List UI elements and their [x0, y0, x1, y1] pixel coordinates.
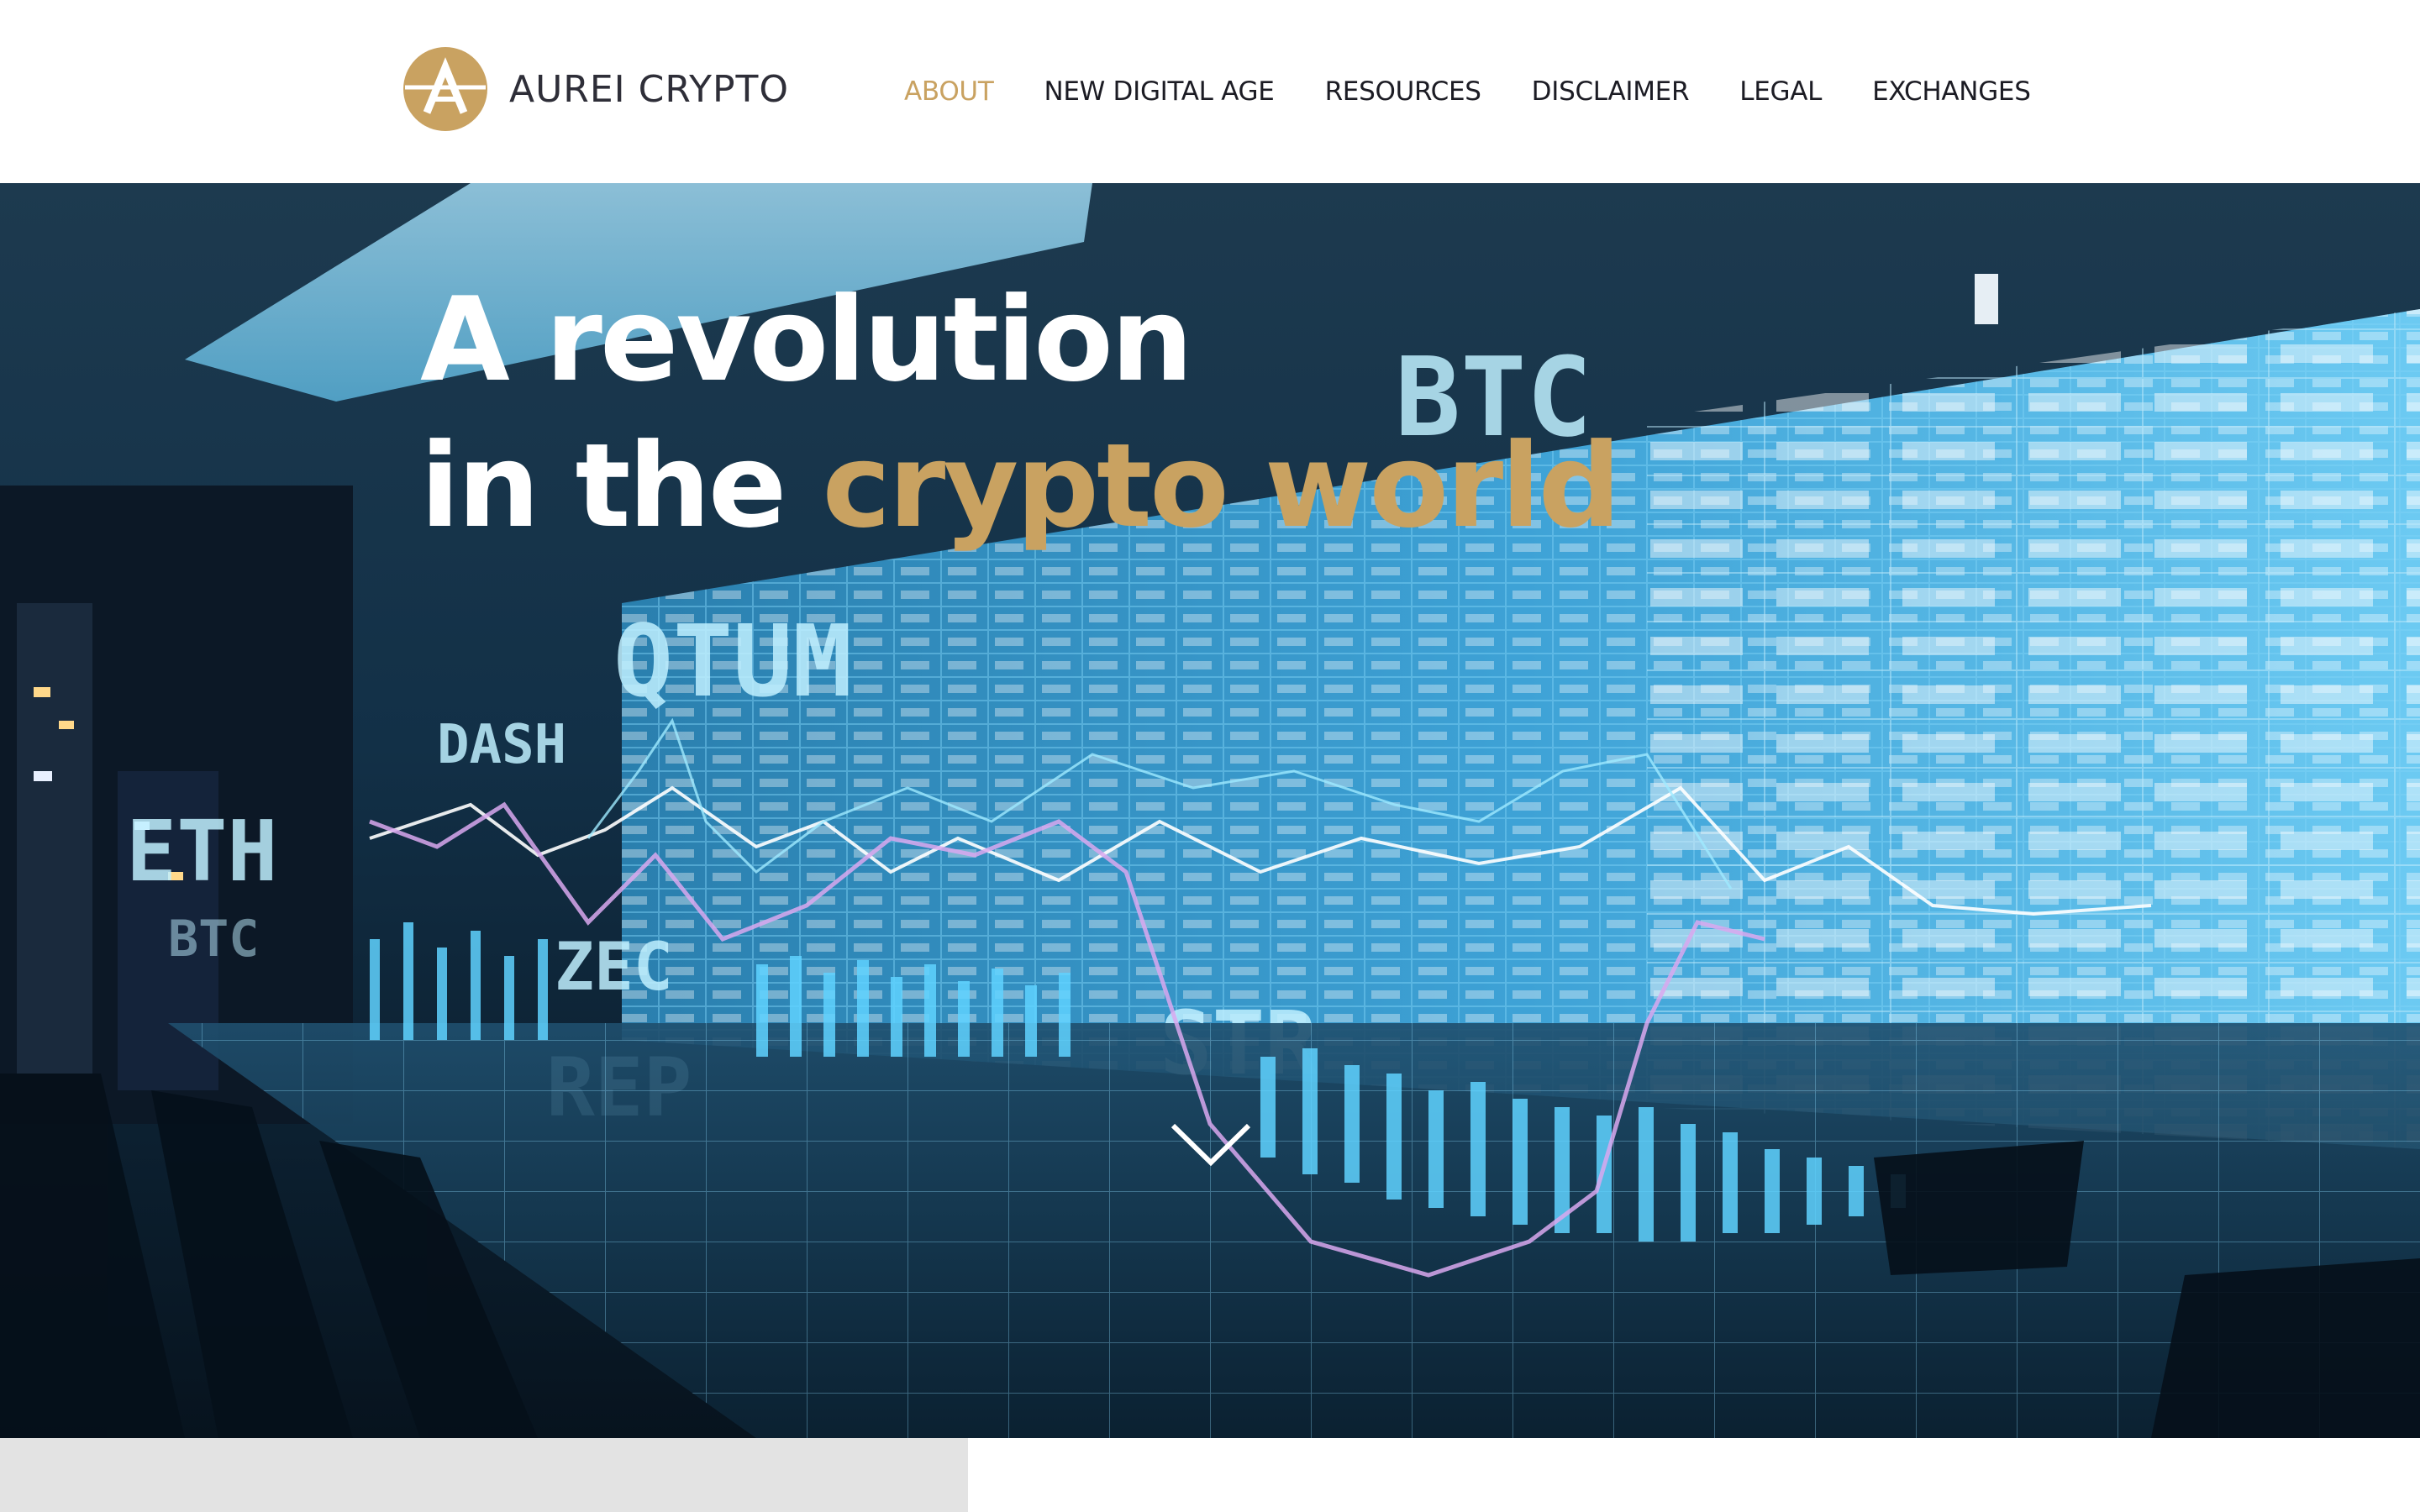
site-header: AUREI CRYPTO ABOUT NEW DIGITAL AGE RESOU…	[0, 0, 2420, 183]
headline-line-2-accent: crypto world	[822, 418, 1621, 554]
headline-line-2-prefix: in the	[420, 418, 786, 554]
nav-item-about[interactable]: ABOUT	[904, 72, 994, 111]
svg-text:DASH: DASH	[437, 714, 566, 776]
nav-item-new-digital-age[interactable]: NEW DIGITAL AGE	[1044, 72, 1274, 111]
nav-item-exchanges[interactable]: EXCHANGES	[1872, 72, 2031, 111]
hero-banner: BTC QTUM DASH ETH BTC ZEC REP STR	[0, 183, 2420, 1438]
svg-text:ZEC: ZEC	[555, 930, 673, 1005]
next-section-left-panel	[0, 1438, 968, 1512]
brand-name: AUREI CRYPTO	[509, 67, 790, 111]
svg-text:BTC: BTC	[168, 910, 259, 969]
next-section-right-panel	[968, 1438, 2420, 1512]
main-nav: ABOUT NEW DIGITAL AGE RESOURCES DISCLAIM…	[904, 72, 2031, 111]
nav-item-disclaimer[interactable]: DISCLAIMER	[1532, 72, 1690, 111]
nav-item-legal[interactable]: LEGAL	[1739, 72, 1822, 111]
hero-headline: A revolution in the crypto world	[420, 267, 1621, 559]
logo-link[interactable]: AUREI CRYPTO	[402, 45, 789, 133]
svg-text:ETH: ETH	[126, 802, 278, 900]
aurei-a-coin-icon	[403, 47, 487, 131]
svg-text:QTUM: QTUM	[613, 603, 852, 719]
nav-item-resources[interactable]: RESOURCES	[1325, 72, 1481, 111]
chevron-down-icon[interactable]	[1170, 1121, 1252, 1168]
headline-line-1: A revolution	[420, 272, 1193, 407]
